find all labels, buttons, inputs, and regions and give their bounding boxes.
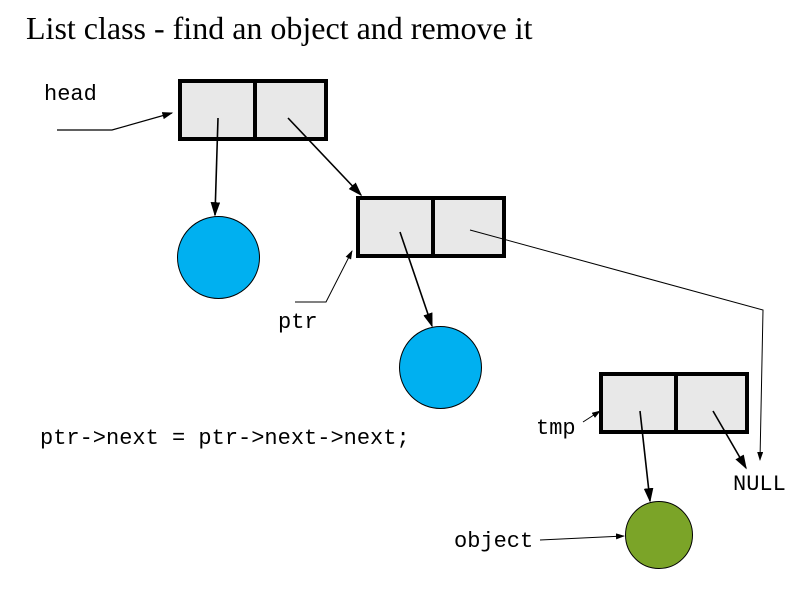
node-3: [599, 372, 749, 434]
arrow-head-to-node1: [57, 113, 172, 130]
code-line: ptr->next = ptr->next->next;: [40, 426, 410, 451]
tmp-label: tmp: [536, 416, 576, 441]
object-label: object: [454, 529, 533, 554]
head-label: head: [44, 82, 97, 107]
node-2-divider: [431, 200, 435, 254]
page-title: List class - find an object and remove i…: [26, 10, 533, 47]
node-1-divider: [253, 83, 257, 137]
arrow-ptr-to-node2: [295, 251, 352, 302]
diagram-canvas: List class - find an object and remove i…: [0, 0, 794, 595]
object-circle-2: [399, 326, 482, 409]
object-circle-3: [625, 501, 693, 569]
node-2: [356, 196, 506, 258]
node-1: [178, 79, 328, 141]
arrow-tmp-to-node3: [583, 411, 600, 422]
null-label: NULL: [733, 472, 786, 497]
ptr-label: ptr: [278, 310, 318, 335]
object-circle-1: [177, 216, 260, 299]
node-3-divider: [674, 376, 678, 430]
arrow-object-to-circle: [540, 536, 624, 540]
